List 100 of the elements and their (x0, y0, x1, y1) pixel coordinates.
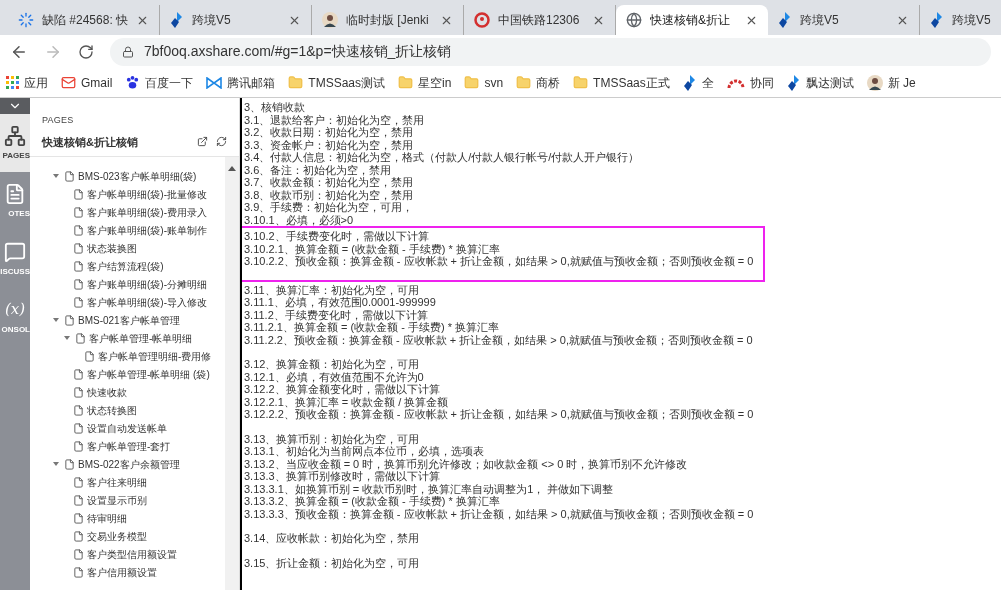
page-tree-item[interactable]: 客户帐单管理明细-费用修 (30, 347, 225, 365)
bookmark[interactable]: 百度一下 (125, 73, 194, 92)
bookmark[interactable]: Gmail (61, 73, 113, 92)
browser-tab[interactable]: 快速核销&折让 (616, 5, 768, 35)
spec-line: 3.13.1、初始化为当前网点本位币，必填，选项表 (244, 445, 484, 458)
page-tree-item[interactable]: 客户账单明细(袋)-费用录入 (30, 203, 225, 221)
page-icon (73, 494, 84, 506)
bookmark[interactable]: TMSSaas正式 (573, 73, 670, 92)
spec-line: 3.13.3.2、换算金额 = (收款金额 - 手续费) * 换算汇率 (244, 495, 500, 508)
bookmark[interactable]: 飘达测试 (786, 73, 854, 92)
panel-title: 快速核销&折让核销 (42, 134, 139, 150)
spec-line: 3.8、收款币别：初始化为空，禁用 (244, 188, 414, 201)
folder-icon (288, 75, 304, 90)
page-icon (64, 314, 75, 326)
page-icon (64, 170, 75, 182)
spec-line: 3.10.2、手续费变化时，需做以下计算 (244, 230, 429, 243)
spec-line: 3.12.2.2、预收金额：换算金额 - 应收帐款 + 折让金额，如结果 > 0,就赋值与预收金额；否则预收金额 = 0 (244, 408, 754, 421)
browser-tab[interactable]: 跨境V5 (160, 5, 312, 35)
bookmark[interactable]: 协同 (726, 73, 774, 92)
rail-tab[interactable]: PAGES (0, 114, 30, 172)
page-icon (73, 440, 84, 452)
page-tree-item[interactable]: 客户帐单管理-帐单明细 (30, 329, 225, 347)
diamond-logo-icon (682, 74, 697, 91)
page-icon (73, 476, 84, 488)
page-tree-item[interactable]: 设置自动发送帐单 (30, 419, 225, 437)
page-tree-item[interactable]: 客户账单明细(袋)-账单制作 (30, 221, 225, 239)
folder-icon (516, 75, 532, 90)
expand-caret-icon[interactable] (52, 172, 60, 180)
address-bar[interactable]: 7bf0oq.axshare.com/#g=1&p=快速核销_折让核销 (110, 37, 991, 66)
browser-tab[interactable]: 临时封版 [Jenki (312, 5, 464, 35)
spec-line: 3.2、收款日期：初始化为空，禁用 (244, 126, 414, 139)
spec-line: 3.7、收款金额：初始化为空，禁用 (244, 176, 414, 189)
page-icon (73, 296, 84, 308)
spec-line: 3.12.2、换算金额变化时，需做以下计算 (244, 383, 440, 396)
expand-caret-icon[interactable] (63, 334, 71, 342)
discuss-icon (4, 240, 26, 263)
spec-line: 3.13.3.1、如换算币别 = 收款币别时，换算汇率自动调整为1， 并做如下调整 (244, 482, 614, 495)
open-icon[interactable] (197, 136, 208, 148)
spec-line: 3、核销收款 (244, 101, 306, 114)
page-tree-item[interactable]: 客户帐单管理-套打 (30, 437, 225, 455)
page-tree-item[interactable]: 状态装换图 (30, 239, 225, 257)
browser-tab[interactable]: 跨境V5 (920, 5, 1001, 35)
variable-icon: (x) (4, 298, 26, 321)
scrollbar[interactable] (225, 157, 239, 590)
spec-line: 3.13.2、当应收金额 = 0 时，换算币别允许修改；如收款金额 <> 0 时，换算币别不允许修改 (244, 457, 688, 470)
bookmark[interactable]: 腾讯邮箱 (206, 73, 276, 92)
page-icon (73, 404, 84, 416)
page-tree-item[interactable]: 客户帐单管理-帐单明细 (袋) (30, 365, 225, 383)
spec-line: 3.11.2.2、预收金额：换算金额 - 应收帐款 + 折让金额，如结果 > 0,就赋值与预收金额；否则预收金额 = 0 (244, 333, 753, 346)
spec-line: 3.12.1、必填，有效值范围不允许为0 (244, 370, 424, 383)
page-tree-item[interactable]: BMS-023客户帐单明细(袋) (30, 167, 225, 185)
page-tree-item[interactable]: BMS-021客户帐单管理 (30, 311, 225, 329)
loading-spinner-icon (18, 12, 34, 28)
folder-icon (573, 75, 589, 90)
page-tree-item[interactable]: 快速收款 (30, 383, 225, 401)
diamond-logo-icon (786, 74, 801, 91)
spec-line: 3.13.3.3、预收金额：换算金额 - 应收帐款 + 折让金额，如结果 > 0,就赋值与预收金额；否则预收金额 = 0 (244, 507, 754, 520)
page-tree-item[interactable]: 状态转换图 (30, 401, 225, 419)
expand-caret-icon[interactable] (52, 460, 60, 468)
page-tree-item[interactable]: 客户往来明细 (30, 473, 225, 491)
bookmark[interactable]: TMSSaas测试 (288, 73, 386, 92)
folder-icon (464, 75, 480, 90)
bookmark[interactable]: 新 Je (866, 73, 916, 92)
notes-icon (4, 182, 26, 205)
paw-icon (125, 75, 141, 90)
collapse-button[interactable] (0, 98, 30, 114)
page-tree-item[interactable]: BMS-022客户余额管理 (30, 455, 225, 473)
browser-tab[interactable]: 跨境V5 (768, 5, 920, 35)
page-tree-item[interactable]: 客户账单明细(袋)-分摊明细 (30, 275, 225, 293)
diamond-logo-icon (170, 12, 184, 28)
bookmark[interactable]: 全 (682, 73, 714, 92)
apps-grid-icon (6, 76, 19, 89)
reload-icon[interactable] (78, 43, 94, 60)
page-tree-item[interactable]: 设置显示币别 (30, 491, 225, 509)
spec-line: 3.12、换算金额：初始化为空，可用 (244, 358, 420, 371)
page-tree-item[interactable]: 客户帐单明细(袋)-批量修改 (30, 185, 225, 203)
bowtie-icon (206, 76, 223, 89)
spec-line: 3.11.1、必填，有效范围0.0001-999999 (244, 296, 436, 309)
page-icon (73, 512, 84, 524)
page-icon (73, 530, 84, 542)
bookmark[interactable]: 商桥 (516, 73, 561, 92)
page-icon (73, 260, 84, 272)
page-tree-item[interactable]: 客户结算流程(袋) (30, 257, 225, 275)
page-icon (73, 224, 84, 236)
sitemap-icon (4, 124, 26, 147)
page-tree-item[interactable]: 待审明细 (30, 509, 225, 527)
expand-caret-icon[interactable] (52, 316, 60, 324)
spec-line: 3.9、手续费：初始化为空，可用， (244, 201, 414, 214)
spec-line: 3.13.3、换算币别修改时，需做以下计算 (244, 470, 440, 483)
page-tree-item[interactable]: 交易业务模型 (30, 527, 225, 545)
bookmark[interactable]: 应用 (6, 73, 48, 92)
page-tree-item[interactable]: 客户信用额设置 (30, 563, 225, 581)
refresh-icon[interactable] (216, 136, 227, 148)
scroll-up-icon[interactable] (228, 165, 236, 171)
page-tree-item[interactable]: 客户帐单明细(袋)-导入修改 (30, 293, 225, 311)
page-tree-item[interactable]: 客户类型信用额设置 (30, 545, 225, 563)
bookmark[interactable]: svn (464, 73, 504, 92)
spec-line: 3.6、备注：初始化为空，禁用 (244, 163, 392, 176)
browser-tab[interactable]: 缺陷 #24568: 快 (8, 5, 160, 35)
bookmark[interactable]: 星空in (398, 73, 452, 92)
